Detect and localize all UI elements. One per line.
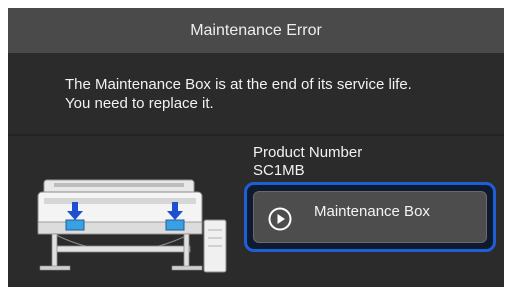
- content-divider: [8, 134, 504, 136]
- printer-illustration: [37, 179, 227, 273]
- error-message-line-1: The Maintenance Box is at the end of its…: [65, 76, 412, 93]
- dialog-title-bar: Maintenance Error: [8, 8, 504, 53]
- maintenance-box-slot-left: [65, 219, 85, 231]
- product-number-label: Product Number: [253, 144, 363, 161]
- error-message-line-2: You need to replace it.: [65, 95, 214, 112]
- product-number-value: SC1MB: [253, 162, 305, 179]
- maintenance-box-button-focus[interactable]: Maintenance Box: [244, 182, 496, 252]
- maintenance-box-slot-right: [165, 219, 185, 231]
- maintenance-box-button-label: Maintenance Box: [314, 203, 430, 220]
- dialog-title: Maintenance Error: [190, 21, 322, 39]
- error-message: The Maintenance Box is at the end of its…: [65, 75, 495, 113]
- play-circle-icon: [268, 207, 292, 231]
- maintenance-error-screen: Maintenance Error The Maintenance Box is…: [8, 8, 504, 287]
- maintenance-box-button[interactable]: Maintenance Box: [253, 191, 487, 243]
